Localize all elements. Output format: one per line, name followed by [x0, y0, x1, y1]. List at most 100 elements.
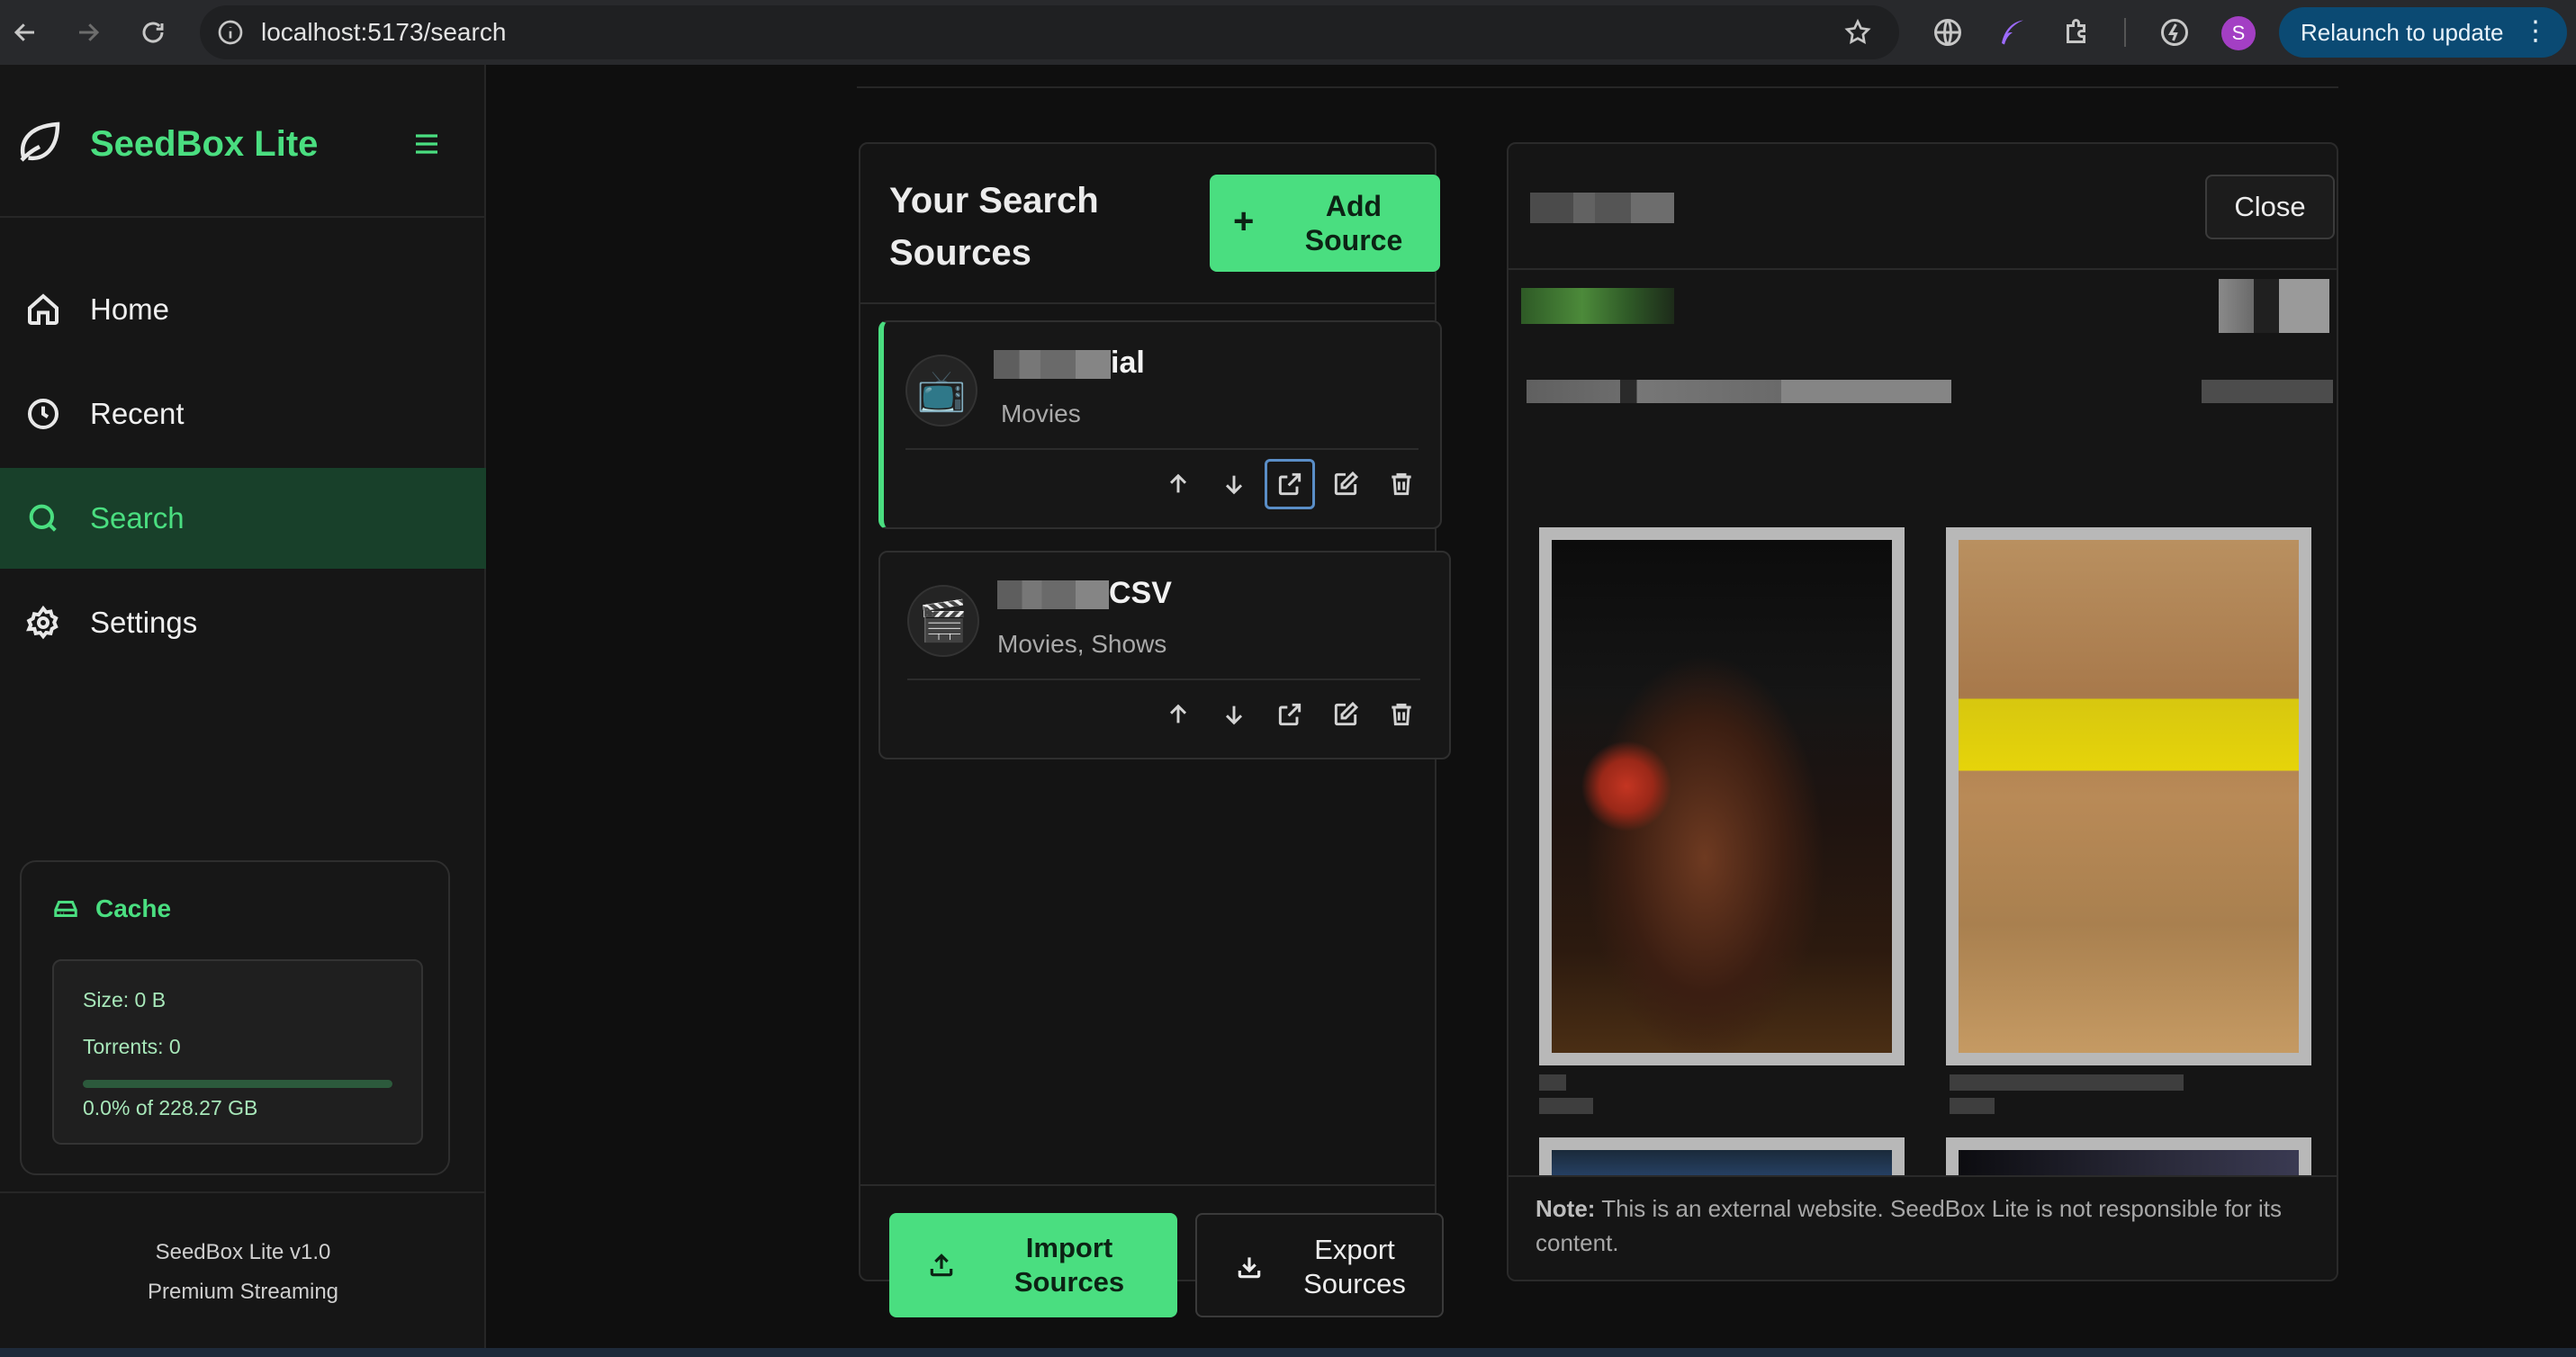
- profile-avatar[interactable]: S: [2221, 16, 2256, 50]
- external-link-icon: [1278, 472, 1302, 496]
- move-up-button[interactable]: [1150, 687, 1206, 741]
- sidebar-item-recent[interactable]: Recent: [0, 364, 486, 464]
- back-button[interactable]: [0, 7, 50, 58]
- arrow-up-icon: [1169, 473, 1187, 493]
- source-name: ial: [994, 346, 1145, 381]
- move-up-button[interactable]: [1150, 457, 1206, 511]
- edit-icon: [1334, 471, 1359, 496]
- trash-icon: [1392, 703, 1411, 726]
- source-categories: Movies: [1001, 400, 1081, 427]
- note-label: Note:: [1536, 1195, 1596, 1222]
- panel-title: Your Search Sources: [889, 181, 1099, 273]
- source-actions: [1150, 687, 1429, 741]
- import-sources-label: Import Sources: [1013, 1232, 1125, 1298]
- delete-button[interactable]: [1374, 457, 1429, 511]
- arrow-down-icon: [1225, 705, 1243, 725]
- tv-icon: 📺: [905, 355, 977, 427]
- more-menu-icon[interactable]: ⋮: [2522, 18, 2549, 45]
- sidebar-item-label: Recent: [90, 397, 185, 430]
- cache-size: Size: 0 B: [83, 988, 167, 1011]
- window-bottom-edge: [0, 1348, 2576, 1357]
- arrow-up-icon: [1169, 704, 1187, 723]
- app-version: SeedBox Lite v1.0: [155, 1240, 331, 1264]
- trash-icon: [1392, 472, 1411, 496]
- download-icon: [1238, 1257, 1261, 1279]
- brand-name[interactable]: SeedBox Lite: [90, 124, 318, 165]
- clapper-icon: 🎬: [907, 585, 979, 657]
- redacted-site-menu[interactable]: [2203, 279, 2329, 333]
- cache-card: Cache Size: 0 B Torrents: 0 0.0% of 228.…: [20, 860, 450, 1175]
- relaunch-button[interactable]: Relaunch to update ⋮: [2279, 7, 2567, 58]
- cache-usage-bar: [83, 1080, 392, 1088]
- info-icon[interactable]: [216, 18, 245, 47]
- address-bar[interactable]: localhost:5173/search: [200, 5, 1899, 59]
- edit-icon: [1334, 701, 1359, 726]
- add-source-label: Add Source: [1304, 190, 1403, 256]
- relaunch-label: Relaunch to update: [2301, 18, 2504, 46]
- sidebar-item-home[interactable]: Home: [0, 259, 486, 360]
- gear-icon: [26, 605, 59, 640]
- plus-icon: +: [1233, 202, 1255, 241]
- delete-button[interactable]: [1374, 687, 1429, 741]
- divider: [857, 86, 2338, 88]
- clock-icon: [28, 399, 59, 429]
- close-preview-button[interactable]: Close: [2205, 175, 2335, 239]
- sidebar-item-label: Home: [90, 292, 170, 326]
- upload-icon: [930, 1254, 953, 1277]
- reload-button[interactable]: [128, 7, 178, 58]
- poster-thumbnail[interactable]: [1539, 527, 1905, 1065]
- source-card[interactable]: 📺 ial Movies: [878, 320, 1442, 529]
- hard-drive-icon: [54, 901, 77, 917]
- redacted-caption: [1950, 1098, 1995, 1114]
- bookmark-star-icon[interactable]: [1843, 18, 1872, 47]
- export-sources-button[interactable]: Export Sources: [1195, 1213, 1444, 1317]
- main-content: Your Search Sources + Add Source 📺 ial M…: [488, 65, 2576, 1357]
- export-sources-label: Export Sources: [1303, 1234, 1406, 1299]
- sidebar-item-settings[interactable]: Settings: [0, 572, 486, 673]
- poster-image: [1552, 540, 1892, 1053]
- app-tagline: Premium Streaming: [147, 1280, 339, 1304]
- performance-icon[interactable]: [2158, 16, 2191, 49]
- cache-title: Cache: [95, 894, 172, 922]
- translate-extension-icon[interactable]: [1932, 16, 1964, 49]
- move-down-button[interactable]: [1206, 457, 1262, 511]
- browser-toolbar: localhost:5173/search S Relaunch to upda…: [0, 0, 2576, 65]
- reload-icon: [142, 22, 164, 43]
- arrow-left-icon: [14, 23, 34, 41]
- add-source-button[interactable]: + Add Source: [1210, 175, 1440, 272]
- puzzle-extensions-icon[interactable]: [2061, 16, 2094, 49]
- redacted-caption: [1950, 1074, 2184, 1091]
- source-categories: Movies, Shows: [997, 630, 1167, 658]
- redacted-caption: [1539, 1074, 1566, 1091]
- redacted-sort-control[interactable]: [2202, 380, 2333, 403]
- poster-thumbnail[interactable]: [1946, 527, 2311, 1065]
- redacted-breadcrumb: [1527, 380, 1951, 403]
- cache-torrents: Torrents: 0: [83, 1035, 181, 1058]
- edit-button[interactable]: [1318, 687, 1374, 741]
- url-text[interactable]: localhost:5173/search: [261, 18, 506, 47]
- redacted-caption: [1539, 1098, 1593, 1114]
- brand-header: SeedBox Lite: [0, 65, 486, 218]
- forward-button[interactable]: [63, 7, 113, 58]
- sidebar-item-search[interactable]: Search: [0, 468, 486, 569]
- quill-extension-icon[interactable]: [1996, 16, 2029, 49]
- divider: [860, 302, 1435, 304]
- search-icon: [29, 504, 57, 532]
- open-external-button[interactable]: [1265, 459, 1315, 509]
- redacted-site-logo[interactable]: [1521, 288, 1674, 324]
- source-card[interactable]: 🎬 csv Movies, Shows: [878, 551, 1451, 759]
- divider: [907, 678, 1420, 680]
- home-icon: [28, 293, 59, 325]
- redacted-text: [994, 350, 1111, 380]
- external-preview-panel: Close Note: This is an external website.…: [1507, 142, 2338, 1281]
- edit-button[interactable]: [1318, 457, 1374, 511]
- move-down-button[interactable]: [1206, 687, 1262, 741]
- external-link-icon: [1278, 703, 1302, 726]
- arrow-right-icon: [79, 23, 100, 41]
- hamburger-menu-icon[interactable]: [409, 128, 445, 160]
- import-sources-button[interactable]: Import Sources: [889, 1213, 1177, 1317]
- leaf-logo-icon: [20, 121, 60, 162]
- sidebar-item-label: Settings: [90, 606, 198, 639]
- cache-usage-text: 0.0% of 228.27 GB: [83, 1096, 258, 1119]
- open-external-button[interactable]: [1262, 687, 1318, 741]
